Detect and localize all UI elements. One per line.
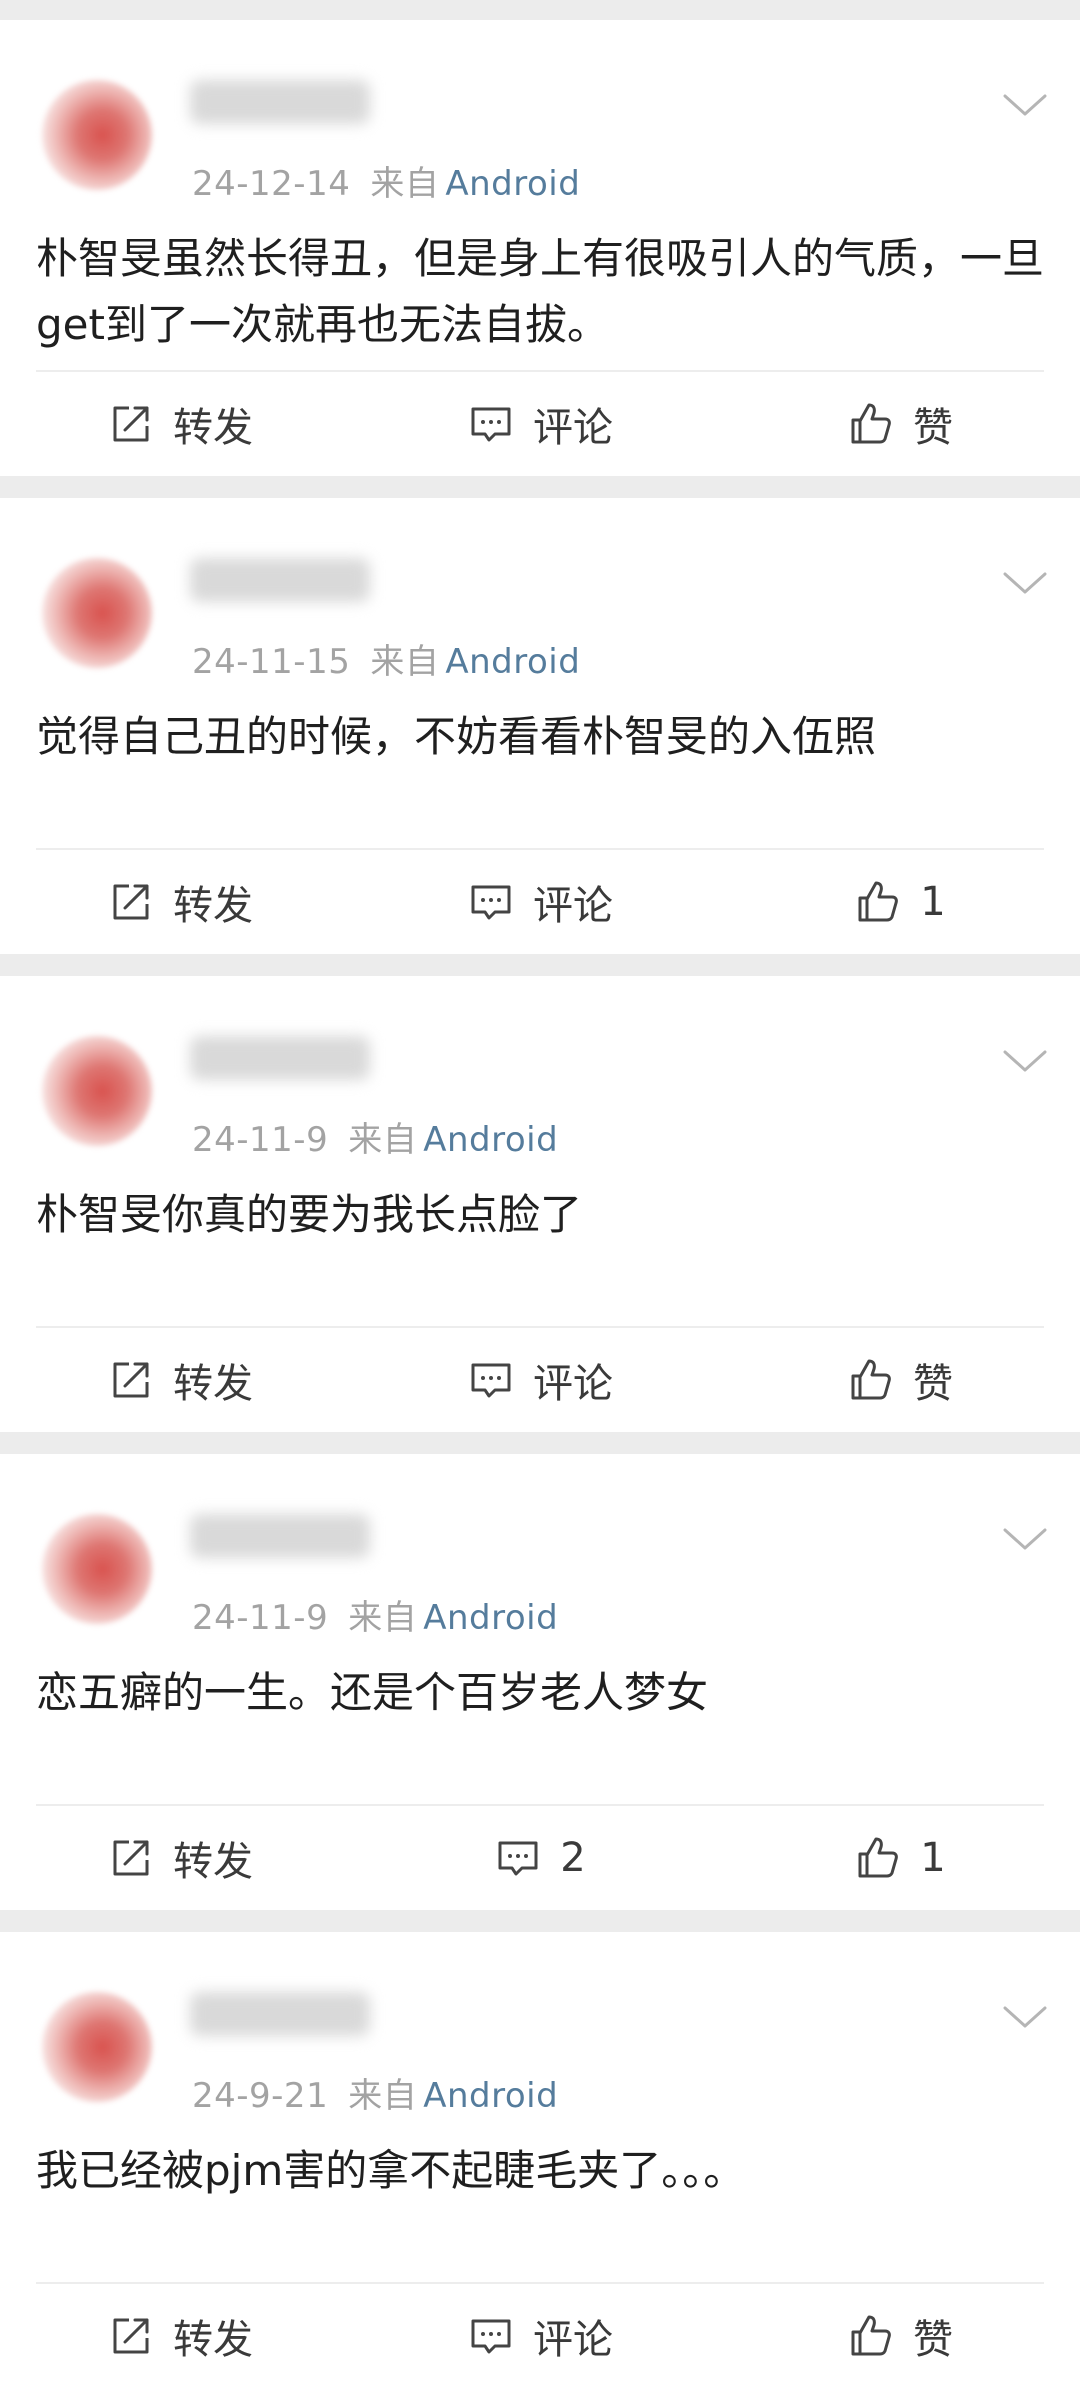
comment-date: 24-9-21 xyxy=(192,2076,329,2116)
like-count: 1 xyxy=(920,879,946,925)
chevron-down-icon[interactable] xyxy=(1002,1526,1048,1552)
comment-card: 24-11-9 来自 Android 恋五癖的一生。还是个百岁老人梦女 转发 2 1 xyxy=(0,1454,1080,1910)
username-blurred[interactable] xyxy=(190,1036,370,1080)
action-bar: 转发 2 1 xyxy=(0,1806,1080,1910)
comment-button[interactable]: 评论 xyxy=(360,1351,720,1409)
thumbs-up-icon xyxy=(858,881,899,922)
action-bar: 转发 评论 赞 xyxy=(0,2284,1080,2388)
comment-icon xyxy=(471,1363,511,1398)
chevron-down-icon[interactable] xyxy=(1002,570,1048,596)
repost-button[interactable]: 转发 xyxy=(0,873,360,931)
like-button[interactable]: 1 xyxy=(720,878,1080,926)
avatar[interactable] xyxy=(42,1514,152,1624)
source-client: Android xyxy=(423,2076,559,2116)
username-blurred[interactable] xyxy=(190,1992,370,2036)
comment-label: 评论 xyxy=(533,405,613,451)
repost-label: 转发 xyxy=(173,1839,253,1885)
comment-text: 我已经被pjm害的拿不起睫毛夹了。。。 xyxy=(36,2146,746,2195)
comment-date: 24-11-15 xyxy=(192,642,351,682)
comment-card: 24-11-15 来自 Android 觉得自己丑的时候，不妨看看朴智旻的入伍照 转… xyxy=(0,498,1080,954)
thumbs-up-icon xyxy=(851,1359,891,1400)
source-client: Android xyxy=(445,164,581,204)
comment-text: 朴智旻你真的要为我长点脸了 xyxy=(36,1190,583,1239)
repost-label: 转发 xyxy=(173,2317,253,2363)
username-blurred[interactable] xyxy=(190,80,370,124)
comment-date: 24-11-9 xyxy=(192,1120,329,1160)
username-blurred[interactable] xyxy=(190,558,370,602)
action-bar: 转发 评论 赞 xyxy=(0,1328,1080,1432)
comment-meta: 24-11-9 来自 Android xyxy=(192,1112,558,1161)
chevron-down-icon[interactable] xyxy=(1002,2004,1048,2030)
source-prefix: 来自 xyxy=(370,164,440,204)
source-client: Android xyxy=(423,1120,559,1160)
source-client: Android xyxy=(423,1598,559,1638)
repost-label: 转发 xyxy=(173,405,253,451)
chevron-down-icon[interactable] xyxy=(1002,92,1048,118)
avatar[interactable] xyxy=(42,1992,152,2102)
comment-button[interactable]: 评论 xyxy=(360,873,720,931)
thumbs-up-icon xyxy=(851,403,891,444)
source-prefix: 来自 xyxy=(348,1120,418,1160)
like-button[interactable]: 赞 xyxy=(720,1351,1080,1409)
thumbs-up-icon xyxy=(858,1837,899,1878)
repost-icon xyxy=(113,884,149,920)
repost-button[interactable]: 转发 xyxy=(0,1829,360,1887)
comment-label: 评论 xyxy=(533,2317,613,2363)
comment-card: 24-9-21 来自 Android 我已经被pjm害的拿不起睫毛夹了。。。 转发 … xyxy=(0,1932,1080,2388)
comment-text: 恋五癖的一生。还是个百岁老人梦女 xyxy=(36,1668,709,1717)
comment-meta: 24-12-14 来自 Android xyxy=(192,156,580,205)
comment-icon xyxy=(498,1841,538,1876)
comment-meta: 24-11-9 来自 Android xyxy=(192,1590,558,1639)
comment-text: 觉得自己丑的时候，不妨看看朴智旻的入伍照 xyxy=(36,712,877,761)
action-bar: 转发 评论 1 xyxy=(0,850,1080,954)
comment-card: 24-11-9 来自 Android 朴智旻你真的要为我长点脸了 转发 评论 赞 xyxy=(0,976,1080,1432)
like-button[interactable]: 赞 xyxy=(720,395,1080,453)
like-button[interactable]: 1 xyxy=(720,1834,1080,1882)
comment-icon xyxy=(471,2319,511,2354)
comment-button[interactable]: 评论 xyxy=(360,2307,720,2365)
thumbs-up-icon xyxy=(851,2315,891,2356)
repost-icon xyxy=(113,1362,149,1398)
comment-icon xyxy=(471,885,511,920)
comment-meta: 24-11-15 来自 Android xyxy=(192,634,580,683)
comment-meta: 24-9-21 来自 Android xyxy=(192,2068,558,2117)
avatar[interactable] xyxy=(42,80,152,190)
repost-icon xyxy=(113,406,149,442)
avatar[interactable] xyxy=(42,1036,152,1146)
username-blurred[interactable] xyxy=(190,1514,370,1558)
like-label: 赞 xyxy=(913,1361,953,1407)
comment-button[interactable]: 评论 xyxy=(360,395,720,453)
repost-button[interactable]: 转发 xyxy=(0,2307,360,2365)
chevron-down-icon[interactable] xyxy=(1002,1048,1048,1074)
repost-label: 转发 xyxy=(173,1361,253,1407)
source-client: Android xyxy=(445,642,581,682)
comment-text: 朴智旻虽然长得丑，但是身上有很吸引人的气质，一旦get到了一次就再也无法自拔。 xyxy=(36,234,1045,349)
repost-icon xyxy=(113,1840,149,1876)
comment-button[interactable]: 2 xyxy=(360,1834,720,1882)
repost-icon xyxy=(113,2318,149,2354)
avatar[interactable] xyxy=(42,558,152,668)
like-label: 赞 xyxy=(913,2317,953,2363)
repost-label: 转发 xyxy=(173,883,253,929)
comment-count: 2 xyxy=(560,1835,586,1881)
like-button[interactable]: 赞 xyxy=(720,2307,1080,2365)
action-bar: 转发 评论 赞 xyxy=(0,372,1080,476)
repost-button[interactable]: 转发 xyxy=(0,1351,360,1409)
source-prefix: 来自 xyxy=(348,1598,418,1638)
comment-card: 24-12-14 来自 Android 朴智旻虽然长得丑，但是身上有很吸引人的气质，… xyxy=(0,20,1080,476)
comment-label: 评论 xyxy=(533,1361,613,1407)
source-prefix: 来自 xyxy=(370,642,440,682)
comment-icon xyxy=(471,407,511,442)
source-prefix: 来自 xyxy=(348,2076,418,2116)
repost-button[interactable]: 转发 xyxy=(0,395,360,453)
comment-label: 评论 xyxy=(533,883,613,929)
like-count: 1 xyxy=(920,1835,946,1881)
comment-date: 24-12-14 xyxy=(192,164,351,204)
comment-date: 24-11-9 xyxy=(192,1598,329,1638)
like-label: 赞 xyxy=(913,405,953,451)
